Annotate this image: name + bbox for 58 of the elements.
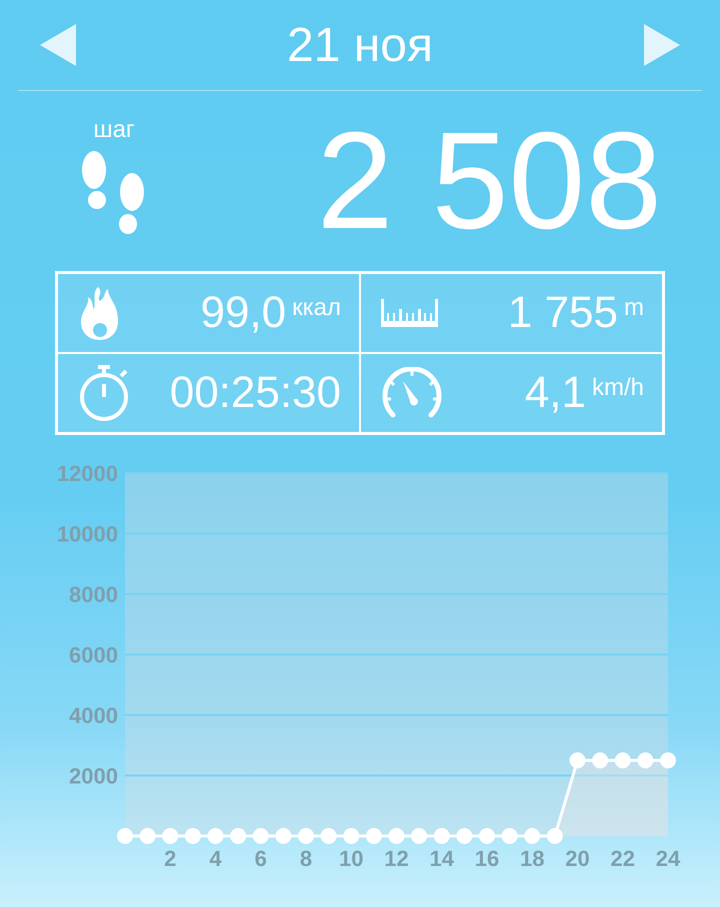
data-point [546, 828, 563, 844]
data-point [252, 828, 269, 844]
data-point [162, 828, 178, 844]
x-axis-label: 2 [164, 846, 176, 871]
data-point [570, 752, 586, 768]
data-point [208, 828, 224, 844]
date-title: 21 ноя [287, 18, 433, 72]
x-axis-label: 20 [565, 846, 590, 871]
data-point [411, 828, 428, 844]
stat-unit: ккал [292, 294, 341, 322]
y-axis-label: 12000 [56, 461, 118, 486]
x-axis-label: 10 [339, 846, 364, 871]
x-axis-label: 18 [520, 846, 544, 871]
left-triangle-icon [40, 24, 76, 66]
stat-value: 00:25:30 [170, 368, 341, 418]
data-point [343, 828, 360, 844]
data-point [388, 828, 404, 844]
x-axis-label: 8 [300, 846, 312, 871]
previous-day-button[interactable] [40, 24, 76, 66]
data-point [434, 828, 450, 844]
stat-value: 4,1 [524, 368, 586, 418]
data-point [140, 828, 156, 844]
x-axis-label: 22 [610, 846, 635, 871]
x-axis-label: 14 [430, 846, 454, 871]
data-point [660, 752, 676, 768]
y-axis-label: 10000 [56, 522, 118, 546]
data-point [298, 828, 314, 844]
data-point [524, 828, 540, 844]
stat-value: 1 755 [508, 288, 618, 338]
y-axis-label: 2000 [69, 764, 118, 788]
data-point [637, 752, 654, 768]
right-triangle-icon [644, 24, 680, 66]
data-point [502, 828, 518, 844]
steps-label: шаг [93, 116, 135, 144]
x-axis-label: 6 [254, 846, 267, 871]
data-point [614, 752, 631, 768]
speedometer-icon [381, 367, 443, 419]
y-axis-label: 8000 [69, 582, 118, 607]
step-count: 2 508 [316, 112, 662, 250]
data-point [366, 828, 382, 844]
stat-value: 99,0 [200, 288, 286, 338]
data-point [117, 828, 133, 844]
x-axis-label: 16 [474, 846, 500, 871]
stat-unit: km/h [592, 374, 644, 402]
y-axis-label: 6000 [69, 642, 118, 668]
next-day-button[interactable] [644, 24, 680, 66]
x-axis-label: 4 [209, 846, 222, 871]
data-point [230, 828, 246, 844]
stat-unit: m [624, 294, 644, 322]
x-axis-label: 12 [384, 846, 409, 871]
data-point [592, 752, 608, 768]
data-point [184, 828, 201, 844]
data-point [479, 828, 495, 844]
y-axis-label: 4000 [69, 703, 118, 728]
x-axis-label: 24 [656, 846, 680, 871]
data-point [320, 828, 337, 844]
data-point [456, 828, 472, 844]
data-point [275, 828, 292, 844]
